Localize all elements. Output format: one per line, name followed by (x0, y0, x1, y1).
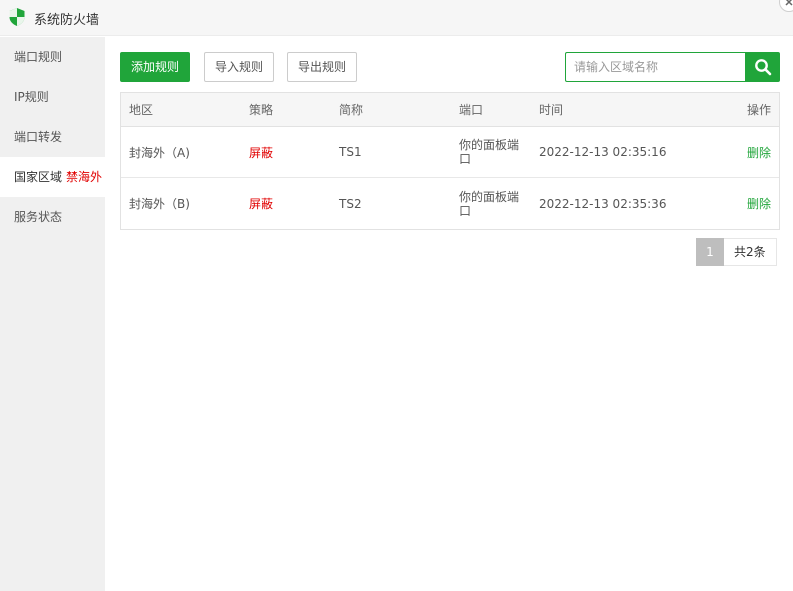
cell-time: 2022-12-13 02:35:16 (539, 145, 667, 159)
sidebar-item-label: IP规则 (14, 90, 49, 104)
header-port: 端口 (459, 102, 484, 117)
table-row: 封海外（A) 屏蔽 TS1 你的面板端口 2022-12-13 02:35:16… (121, 127, 779, 178)
cell-port: 你的面板端口 (459, 189, 520, 218)
title-bar: 系统防火墙 (0, 0, 793, 36)
delete-link[interactable]: 删除 (711, 178, 771, 229)
header-operation: 操作 (746, 103, 771, 117)
cell-strategy: 屏蔽 (249, 145, 274, 160)
table-row: 封海外（B) 屏蔽 TS2 你的面板端口 2022-12-13 02:35:36… (121, 178, 779, 229)
sidebar: 端口规则 IP规则 端口转发 国家区域 禁海外 服务状态 (0, 37, 105, 591)
sidebar-item-service-status[interactable]: 服务状态 (0, 197, 105, 237)
sidebar-item-ip-rules[interactable]: IP规则 (0, 77, 105, 117)
search-input[interactable] (565, 52, 746, 82)
sidebar-item-port-rules[interactable]: 端口规则 (0, 37, 105, 77)
import-rule-button[interactable]: 导入规则 (204, 52, 274, 82)
cell-region: 封海外（A) (129, 145, 190, 160)
header-strategy: 策略 (249, 103, 274, 117)
sidebar-item-label: 端口转发 (14, 130, 63, 144)
pagination-total: 共2条 (724, 238, 777, 266)
cell-short-name: TS2 (339, 196, 362, 211)
export-rule-button[interactable]: 导出规则 (287, 52, 357, 82)
sidebar-item-label: 端口规则 (14, 50, 63, 64)
sidebar-item-badge: 禁海外 (66, 170, 103, 184)
close-icon (785, 0, 793, 6)
rules-table: 地区 策略 简称 端口 时间 操作 封海外（A) 屏蔽 TS1 你的面板端口 2… (120, 92, 780, 230)
sidebar-item-label: 服务状态 (14, 210, 63, 224)
search-icon (754, 59, 771, 76)
close-button[interactable] (779, 0, 793, 12)
sidebar-item-label: 国家区域 (14, 170, 63, 184)
delete-link[interactable]: 删除 (711, 127, 771, 177)
window-title: 系统防火墙 (34, 13, 100, 28)
cell-region: 封海外（B) (129, 197, 190, 211)
header-time: 时间 (539, 103, 564, 117)
header-region: 地区 (129, 103, 154, 117)
cell-short-name: TS1 (339, 145, 362, 159)
search-button[interactable] (745, 52, 780, 82)
page-number-current[interactable]: 1 (696, 238, 724, 266)
shield-icon (9, 8, 25, 26)
sidebar-item-country-region[interactable]: 国家区域 禁海外 (0, 157, 105, 197)
cell-strategy: 屏蔽 (249, 197, 274, 211)
header-short-name: 简称 (339, 103, 364, 117)
add-rule-button[interactable]: 添加规则 (120, 52, 190, 82)
sidebar-item-port-forward[interactable]: 端口转发 (0, 117, 105, 157)
table-header: 地区 策略 简称 端口 时间 操作 (121, 93, 779, 127)
cell-port: 你的面板端口 (459, 138, 520, 166)
cell-time: 2022-12-13 02:35:36 (539, 196, 667, 211)
pagination: 1 共2条 (696, 238, 777, 266)
